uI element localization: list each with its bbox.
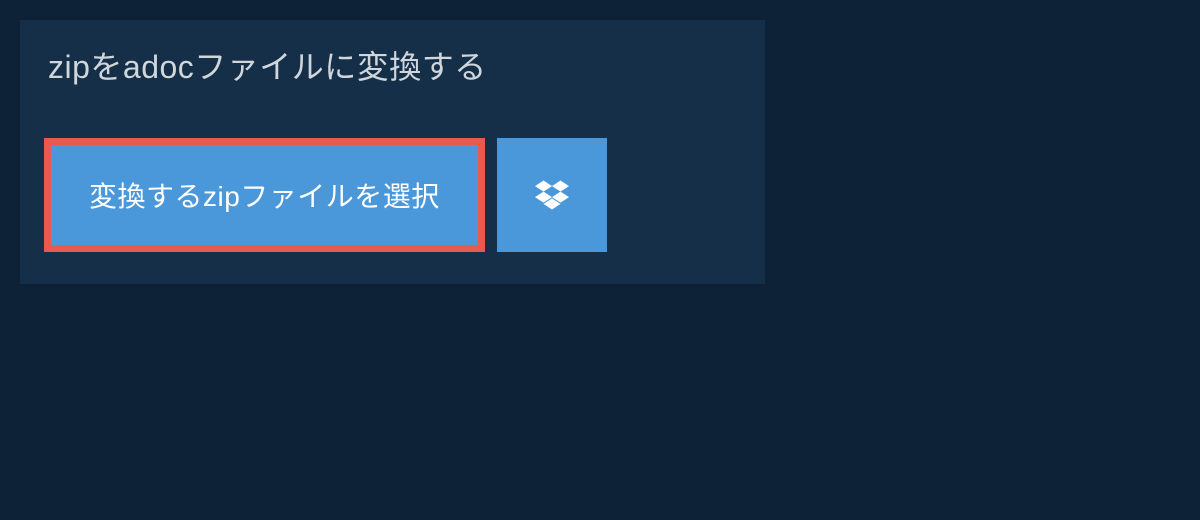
title-bar: zipをadocファイルに変換する: [20, 20, 515, 110]
button-row: 変換するzipファイルを選択: [20, 110, 765, 284]
converter-panel: zipをadocファイルに変換する 変換するzipファイルを選択: [20, 20, 765, 284]
select-file-button[interactable]: 変換するzipファイルを選択: [44, 138, 485, 252]
select-file-label: 変換するzipファイルを選択: [89, 175, 440, 215]
dropbox-icon: [535, 180, 569, 210]
page-title: zipをadocファイルに変換する: [48, 42, 487, 88]
dropbox-button[interactable]: [497, 138, 607, 252]
